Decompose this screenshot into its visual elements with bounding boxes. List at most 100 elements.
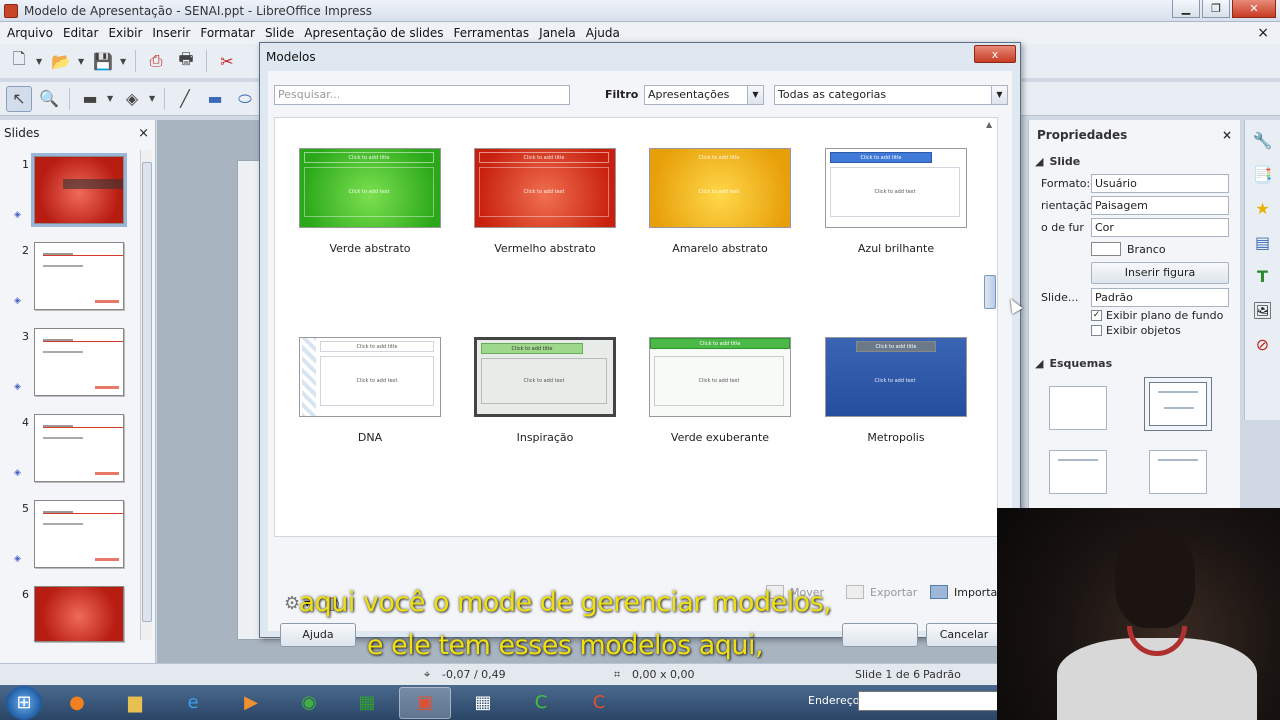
slide-thumbnail-3[interactable]: 3 ◈ — [0, 326, 140, 406]
background-select[interactable]: Cor — [1091, 217, 1229, 237]
slide-transition-icon[interactable]: 📑 — [1251, 162, 1275, 186]
file-explorer-icon[interactable]: ▆ — [109, 687, 161, 719]
slide-thumbnail-1[interactable]: 1 ◈ — [0, 153, 140, 234]
template-vermelho-abstrato[interactable]: Click to add title Click to add text Ver… — [470, 148, 620, 255]
print-icon[interactable]: 🖶 — [173, 48, 199, 74]
impress-task-icon[interactable]: ▣ — [399, 686, 451, 719]
minimize-button[interactable]: ▁ — [1172, 0, 1200, 18]
scrollbar-thumb[interactable] — [984, 275, 996, 309]
chevron-down-icon[interactable]: ▼ — [36, 57, 44, 66]
gallery-scrollbar[interactable]: ▲ — [983, 118, 997, 536]
navigator-icon[interactable]: ⊘ — [1251, 332, 1275, 356]
insert-image-button[interactable]: Inserir figura — [1091, 262, 1229, 284]
remote-desktop-icon[interactable]: ▦ — [457, 687, 509, 719]
cut-icon[interactable]: ✂ — [214, 48, 240, 74]
slide-preview[interactable] — [34, 500, 124, 568]
show-background-checkbox[interactable]: ✓ Exibir plano de fundo — [1029, 308, 1240, 323]
layout-blank[interactable] — [1049, 386, 1107, 430]
line-tool-icon[interactable]: ╱ — [172, 86, 198, 112]
maximize-button[interactable]: ❐ — [1202, 0, 1230, 18]
scrollbar-thumb[interactable] — [142, 162, 152, 622]
ellipse-tool-icon[interactable]: ⬭ — [232, 86, 258, 112]
camtasia-icon[interactable]: C — [515, 687, 567, 719]
template-inspiracao[interactable]: Click to add title Click to add text Ins… — [470, 337, 620, 444]
chevron-down-icon[interactable]: ▼ — [747, 86, 763, 104]
layout-title[interactable] — [1049, 450, 1107, 494]
master-slides-icon[interactable]: ▤ — [1251, 230, 1275, 254]
slide-preview[interactable] — [34, 414, 124, 482]
gallery-icon[interactable]: 🖼 — [1251, 298, 1275, 322]
menu-inserir[interactable]: Inserir — [147, 26, 195, 40]
color-picker[interactable]: Branco — [1091, 240, 1229, 259]
master-select[interactable]: Padrão — [1091, 287, 1229, 307]
slides-scrollbar[interactable] — [140, 150, 152, 640]
slide-preview[interactable] — [31, 153, 127, 227]
internet-explorer-icon[interactable]: e — [167, 687, 219, 719]
calc-icon[interactable]: ▦ — [341, 687, 393, 719]
animation-icon[interactable]: ★ — [1251, 196, 1275, 220]
line-color-icon[interactable]: ▬ — [77, 86, 103, 112]
dialog-close-button[interactable]: x — [974, 45, 1016, 63]
close-document-icon[interactable]: × — [1252, 25, 1274, 41]
fill-color-icon[interactable]: ◈ — [119, 86, 145, 112]
layouts-section-header[interactable]: ◢ Esquemas — [1029, 352, 1240, 374]
menu-ajuda[interactable]: Ajuda — [581, 26, 625, 40]
scroll-up-icon[interactable]: ▲ — [986, 120, 992, 129]
format-select[interactable]: Usuário — [1091, 173, 1229, 193]
checkbox-unchecked[interactable] — [1091, 325, 1102, 336]
rectangle-tool-icon[interactable]: ▬ — [202, 86, 228, 112]
close-icon[interactable]: × — [138, 126, 149, 141]
menu-formatar[interactable]: Formatar — [195, 26, 260, 40]
filter-select[interactable]: Apresentações ▼ — [644, 85, 764, 105]
dialog-body: Pesquisar... Filtro Apresentações ▼ Toda… — [268, 71, 1012, 647]
close-icon[interactable]: × — [1222, 128, 1232, 142]
menu-editar[interactable]: Editar — [58, 26, 104, 40]
firefox-icon[interactable]: ● — [51, 687, 103, 719]
menu-slide[interactable]: Slide — [260, 26, 299, 40]
layout-title-content[interactable] — [1144, 377, 1212, 431]
media-player-icon[interactable]: ▶ — [225, 687, 277, 719]
show-objects-checkbox[interactable]: Exibir objetos — [1029, 323, 1240, 338]
chevron-down-icon[interactable]: ▼ — [107, 94, 115, 103]
camtasia-recorder-icon[interactable]: C — [573, 687, 625, 719]
chevron-down-icon[interactable]: ▼ — [991, 86, 1007, 104]
menu-exibir[interactable]: Exibir — [103, 26, 147, 40]
chevron-down-icon[interactable]: ▼ — [120, 57, 128, 66]
category-select[interactable]: Todas as categorias ▼ — [774, 85, 1008, 105]
menu-ferramentas[interactable]: Ferramentas — [449, 26, 535, 40]
search-input[interactable]: Pesquisar... — [274, 85, 570, 105]
slide-thumbnail-5[interactable]: 5 ◈ — [0, 498, 140, 578]
template-amarelo-abstrato[interactable]: Click to add title Click to add text Ama… — [645, 148, 795, 255]
start-button[interactable]: ⊞ — [6, 685, 42, 720]
chevron-down-icon[interactable]: ▼ — [149, 94, 157, 103]
orientation-select[interactable]: Paisagem — [1091, 195, 1229, 215]
template-dna[interactable]: Click to add title Click to add text DNA — [295, 337, 445, 444]
template-azul-brilhante[interactable]: Click to add title Click to add text Azu… — [821, 148, 971, 255]
template-verde-exuberante[interactable]: Click to add title Click to add text Ver… — [645, 337, 795, 444]
styles-icon[interactable]: T — [1251, 264, 1275, 288]
menu-apresentacao[interactable]: Apresentação de slides — [299, 26, 448, 40]
chrome-icon[interactable]: ◉ — [283, 687, 335, 719]
slide-thumbnail-4[interactable]: 4 ◈ — [0, 412, 140, 492]
address-input[interactable] — [858, 691, 998, 711]
chevron-down-icon[interactable]: ▼ — [78, 57, 86, 66]
slide-section-header[interactable]: ◢ Slide — [1029, 150, 1240, 172]
slide-preview[interactable] — [34, 242, 124, 310]
save-icon[interactable]: 💾 — [90, 48, 116, 74]
properties-icon[interactable]: 🔧 — [1251, 128, 1275, 152]
template-verde-abstrato[interactable]: Click to add title Click to add text Ver… — [295, 148, 445, 255]
close-window-button[interactable]: ✕ — [1232, 0, 1276, 18]
checkbox-checked[interactable]: ✓ — [1091, 310, 1102, 321]
layout-two-columns[interactable] — [1149, 450, 1207, 494]
menu-arquivo[interactable]: Arquivo — [2, 26, 58, 40]
template-metropolis[interactable]: Click to add title Click to add text Met… — [821, 337, 971, 444]
slide-thumbnail-2[interactable]: 2 ◈ — [0, 240, 140, 320]
export-pdf-icon[interactable]: ⎙ — [143, 48, 169, 74]
slide-preview[interactable] — [34, 328, 124, 396]
menu-janela[interactable]: Janela — [534, 26, 581, 40]
zoom-icon[interactable]: 🔍 — [36, 86, 62, 112]
new-document-icon[interactable]: 🗋 — [6, 48, 32, 74]
select-pointer-icon[interactable]: ↖ — [6, 85, 32, 112]
templates-dialog: Modelos x Pesquisar... Filtro Apresentaç… — [259, 42, 1021, 647]
open-folder-icon[interactable]: 📂 — [48, 48, 74, 74]
